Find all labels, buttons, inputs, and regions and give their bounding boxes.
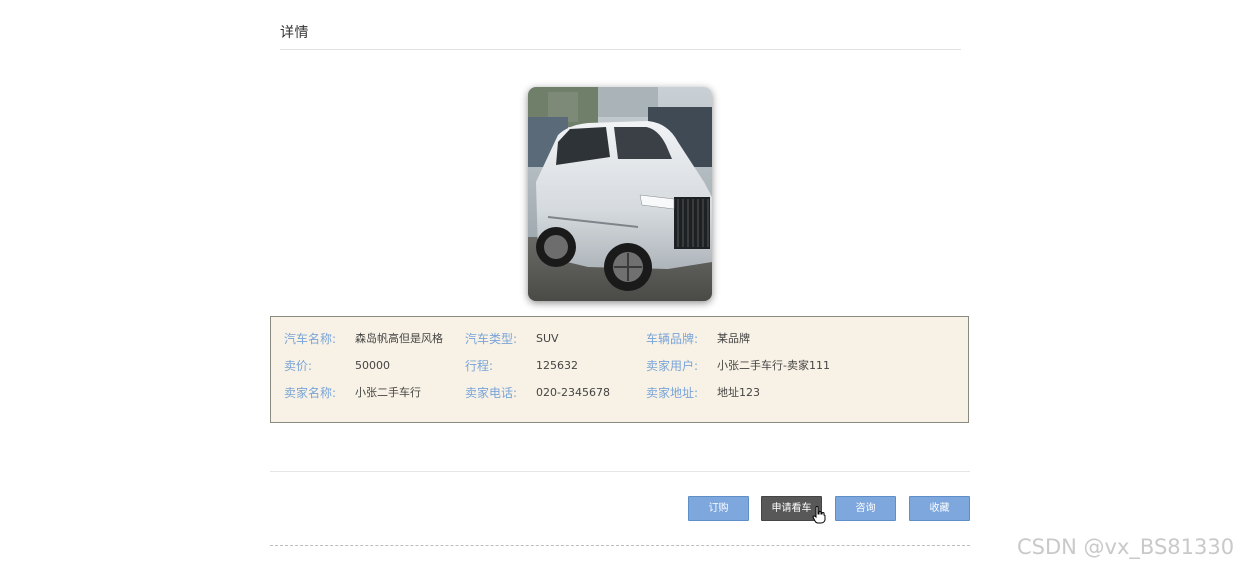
- section-title: 详情: [280, 25, 309, 41]
- watermark: CSDN @vx_BS81330: [1017, 535, 1235, 559]
- info-item-brand: 车辆品牌: 某品牌: [646, 331, 750, 347]
- info-label: 汽车类型:: [465, 332, 518, 346]
- info-item-car-name: 汽车名称: 森岛帆高但是风格: [284, 331, 443, 347]
- info-value: 森岛帆高但是风格: [355, 332, 443, 345]
- info-value: 小张二手车行-卖家111: [717, 359, 830, 372]
- car-photo-icon: [528, 87, 712, 301]
- info-item-mileage: 行程: 125632: [465, 358, 578, 374]
- info-label: 卖家名称:: [284, 386, 337, 400]
- info-value: 地址123: [717, 386, 760, 399]
- divider: [270, 545, 970, 546]
- info-item-seller-address: 卖家地址: 地址123: [646, 385, 760, 401]
- info-value: 某品牌: [717, 332, 750, 345]
- info-label: 卖家地址:: [646, 386, 699, 400]
- info-value: 50000: [355, 359, 390, 372]
- info-item-seller-phone: 卖家电话: 020-2345678: [465, 385, 610, 401]
- info-value: 小张二手车行: [355, 386, 421, 399]
- info-item-seller-user: 卖家用户: 小张二手车行-卖家111: [646, 358, 830, 374]
- detail-page: 详情 汽车名称: 森岛帆高但是风格 汽车类型: SUV 车辆品牌: 某品牌 卖价…: [0, 0, 1242, 567]
- car-image: [528, 87, 712, 301]
- info-value: SUV: [536, 332, 559, 345]
- info-label: 行程:: [465, 359, 494, 373]
- info-value: 020-2345678: [536, 386, 610, 399]
- info-label: 卖价:: [284, 359, 313, 373]
- info-label: 卖家电话:: [465, 386, 518, 400]
- info-item-car-type: 汽车类型: SUV: [465, 331, 559, 347]
- hand-cursor-icon: [812, 506, 826, 524]
- info-value: 125632: [536, 359, 578, 372]
- info-item-price: 卖价: 50000: [284, 358, 390, 374]
- divider: [270, 471, 970, 472]
- info-label: 卖家用户:: [646, 359, 699, 373]
- info-label: 车辆品牌:: [646, 332, 699, 346]
- favorite-button[interactable]: 收藏: [909, 496, 970, 521]
- consult-button[interactable]: 咨询: [835, 496, 896, 521]
- info-label: 汽车名称:: [284, 332, 337, 346]
- car-info-panel: 汽车名称: 森岛帆高但是风格 汽车类型: SUV 车辆品牌: 某品牌 卖价: 5…: [270, 316, 969, 423]
- order-button[interactable]: 订购: [688, 496, 749, 521]
- info-item-seller-name: 卖家名称: 小张二手车行: [284, 385, 421, 401]
- section-header: 详情: [280, 24, 961, 50]
